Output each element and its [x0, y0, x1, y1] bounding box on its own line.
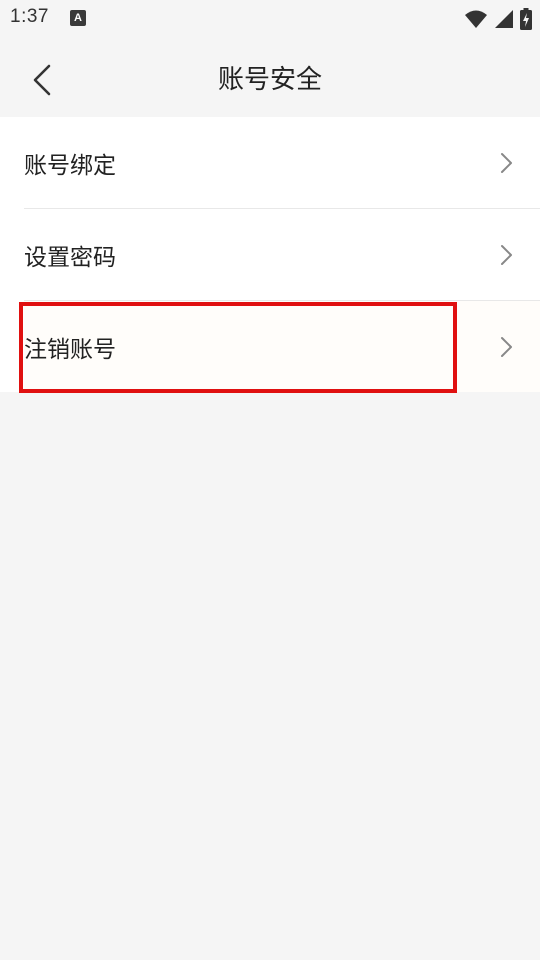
back-button[interactable] — [22, 58, 62, 102]
page-title: 账号安全 — [217, 65, 322, 95]
menu-item-set-password[interactable]: 设置密码 — [24, 208, 540, 300]
chevron-right-icon — [501, 152, 512, 173]
chevron-right-icon — [501, 244, 512, 265]
menu-item-label: 设置密码 — [24, 244, 116, 271]
menu-item-account-binding[interactable]: 账号绑定 — [0, 117, 540, 208]
signal-icon — [495, 10, 513, 28]
chevron-right-icon — [501, 336, 512, 357]
chevron-left-icon — [33, 64, 51, 96]
menu-item-label: 账号绑定 — [24, 152, 116, 179]
battery-charging-icon — [520, 8, 532, 30]
nav-bar: 账号安全 — [0, 38, 540, 120]
menu-item-delete-account[interactable]: 注销账号 — [24, 300, 540, 392]
settings-menu: 账号绑定 设置密码 注销账号 — [0, 117, 540, 392]
status-icons — [464, 8, 532, 30]
notification-a-icon: A — [70, 10, 86, 26]
menu-item-label: 注销账号 — [24, 336, 116, 363]
status-bar: 1:37 A — [0, 0, 540, 38]
wifi-icon — [465, 10, 487, 28]
status-time: 1:37 — [10, 6, 49, 27]
